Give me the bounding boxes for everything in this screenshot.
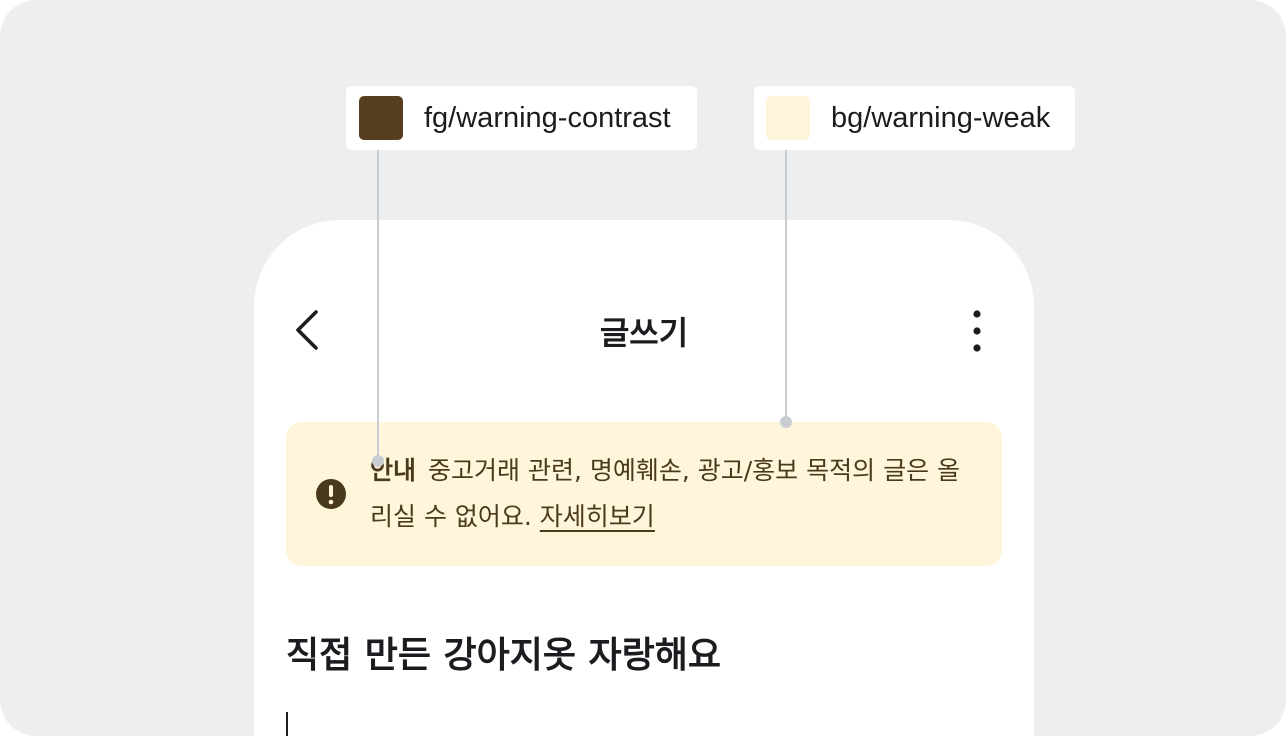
page-title: 글쓰기 [599, 314, 689, 352]
leader-line-bg [785, 150, 787, 420]
warning-banner: 안내 중고거래 관련, 명예훼손, 광고/홍보 목적의 글은 올리실 수 없어요.… [286, 422, 1002, 566]
leader-dot-bg [780, 416, 792, 428]
more-vertical-icon [973, 310, 981, 352]
token-label-fg-warning-contrast: fg/warning-contrast [346, 86, 697, 150]
leader-line-fg [377, 150, 379, 460]
color-swatch-fg [359, 96, 403, 140]
text-cursor[interactable] [286, 712, 288, 736]
token-name-bg: bg/warning-weak [831, 101, 1051, 134]
details-link[interactable]: 자세히보기 [540, 502, 655, 531]
leader-dot-fg [372, 455, 384, 467]
color-swatch-bg [766, 96, 810, 140]
token-label-bg-warning-weak: bg/warning-weak [754, 86, 1075, 150]
banner-message: 중고거래 관련, 명예훼손, 광고/홍보 목적의 글은 올리실 수 없어요. [370, 456, 961, 531]
canvas: fg/warning-contrast bg/warning-weak 글쓰기 [0, 0, 1286, 736]
banner-text: 안내 중고거래 관련, 명예훼손, 광고/홍보 목적의 글은 올리실 수 없어요.… [370, 448, 980, 540]
token-name-fg: fg/warning-contrast [424, 101, 671, 134]
phone-screen: 글쓰기 안내 중고거래 관련, 명예훼손, 광고/홍보 목적의 글은 올리실 수 … [254, 220, 1034, 736]
more-button[interactable] [962, 308, 992, 354]
post-title-input[interactable]: 직접 만든 강아지옷 자랑해요 [286, 626, 721, 678]
exclamation-circle-icon [315, 478, 347, 510]
